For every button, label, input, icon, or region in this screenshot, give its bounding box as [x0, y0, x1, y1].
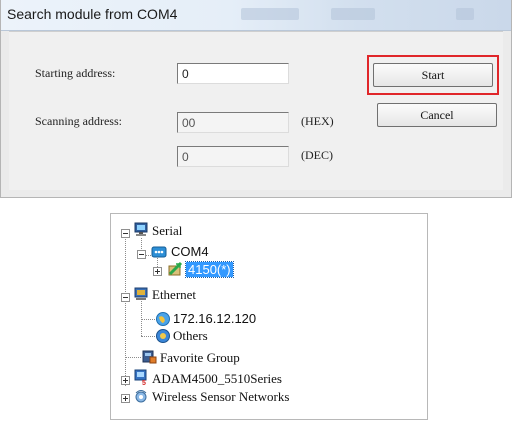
adam-device-icon: 5: [134, 369, 147, 385]
tree-node-others[interactable]: Others: [173, 328, 208, 344]
expand-toggle[interactable]: [121, 394, 130, 403]
wireless-icon: [135, 390, 147, 403]
others-icon: [156, 329, 170, 343]
globe-icon: [156, 312, 170, 326]
tree-connector: [141, 298, 142, 336]
tree-node-serial[interactable]: Serial: [152, 223, 182, 239]
expand-toggle[interactable]: [153, 267, 162, 276]
tree-node-favorite-group[interactable]: Favorite Group: [160, 350, 240, 366]
device-tree: Serial COM4 4150(*) Ethernet 172.16.12.1…: [110, 213, 428, 420]
tree-node-wireless-sensor-networks[interactable]: Wireless Sensor Networks: [152, 389, 289, 405]
tree-connector: [125, 357, 141, 358]
start-button-highlight: [367, 55, 499, 95]
expand-toggle[interactable]: [121, 376, 130, 385]
search-module-dialog: Search module from COM4 Starting address…: [0, 0, 512, 198]
scanning-address-hex-field: 00: [177, 112, 289, 133]
dialog-title: Search module from COM4: [7, 6, 178, 22]
tree-node-ip-address[interactable]: 172.16.12.120: [173, 311, 256, 326]
background-window-tab: [241, 8, 299, 20]
starting-address-label: Starting address:: [35, 66, 116, 80]
tree-node-ethernet[interactable]: Ethernet: [152, 287, 196, 303]
collapse-toggle[interactable]: [121, 229, 130, 238]
collapse-toggle[interactable]: [137, 250, 146, 259]
hex-unit-label: (HEX): [301, 114, 334, 128]
dec-unit-label: (DEC): [301, 148, 333, 162]
starting-address-input[interactable]: 0: [177, 63, 289, 84]
tree-connector: [125, 234, 126, 386]
tree-node-module-4150[interactable]: 4150(*): [185, 261, 234, 278]
background-window-tab: [456, 8, 474, 20]
cancel-button[interactable]: Cancel: [377, 103, 497, 127]
module-icon: [168, 261, 183, 276]
computer-icon: [134, 222, 148, 236]
tree-node-com4[interactable]: COM4: [171, 244, 209, 259]
background-window-tab: [331, 8, 375, 20]
svg-text:5: 5: [142, 380, 146, 385]
serial-port-icon: [151, 246, 167, 258]
collapse-toggle[interactable]: [121, 293, 130, 302]
title-bar: Search module from COM4: [1, 0, 511, 31]
scanning-address-label: Scanning address:: [35, 114, 122, 128]
favorite-group-icon: [142, 350, 157, 364]
scanning-address-dec-field: 0: [177, 146, 289, 167]
tree-node-adam-series[interactable]: ADAM4500_5510Series: [152, 371, 282, 387]
network-icon: [134, 287, 148, 300]
